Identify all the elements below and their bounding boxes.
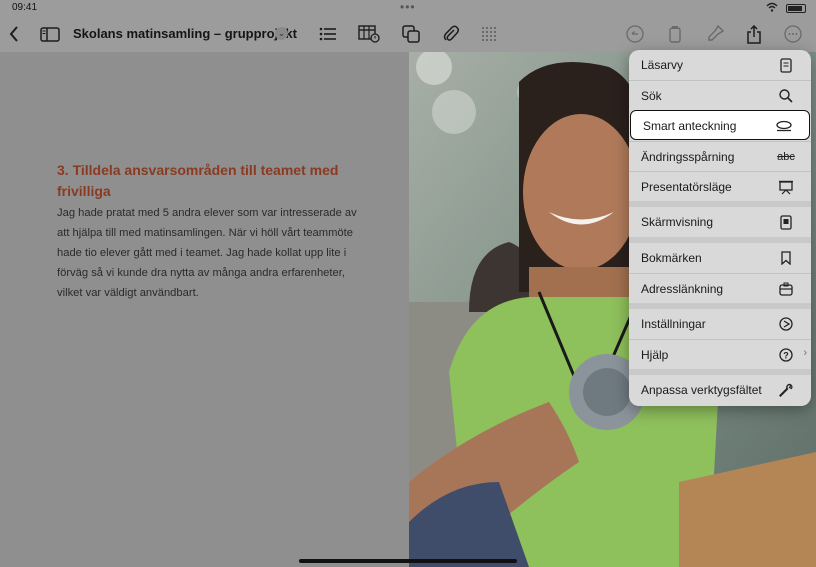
menu-item-settings[interactable]: Inställningar [629, 309, 811, 339]
wrench-icon [777, 381, 795, 399]
section-heading: 3. Tilldela ansvarsområden till teamet m… [57, 162, 339, 199]
menu-item-label: Bokmärken [641, 251, 702, 265]
more-options-icon[interactable] [782, 16, 804, 52]
reader-view-icon [777, 56, 795, 74]
chevron-down-icon[interactable]: ⌄ [275, 27, 288, 40]
status-bar: 09:41 ••• [0, 0, 816, 16]
settings-icon [777, 315, 795, 333]
battery-icon [786, 4, 806, 13]
menu-item-label: Ändringsspårning [641, 150, 735, 164]
home-indicator[interactable] [299, 559, 517, 563]
menu-item-bookmarks[interactable]: Bokmärken [629, 243, 811, 273]
share-icon[interactable] [744, 16, 764, 52]
menu-item-label: Skärmvisning [641, 215, 714, 229]
multitasking-dots-icon[interactable]: ••• [400, 0, 416, 14]
document-title[interactable]: Skolans matinsamling – grupprojekt [73, 26, 297, 41]
sidebar-toggle-icon[interactable] [38, 16, 62, 52]
menu-item-presenter-mode[interactable]: Presentatörsläge [629, 171, 811, 201]
menu-item-label: Smart anteckning [643, 119, 737, 133]
paperclip-icon[interactable] [441, 16, 461, 52]
format-brush-icon[interactable] [664, 16, 686, 52]
pin-tool-icon[interactable] [704, 16, 726, 52]
link-address-icon [777, 280, 795, 298]
menu-item-help[interactable]: Hjälp ? › [629, 339, 811, 369]
menu-item-track-changes[interactable]: Ändringsspårning abc [629, 141, 811, 171]
menu-item-address-linking[interactable]: Adresslänkning [629, 273, 811, 303]
menu-item-screen-view[interactable]: Skärmvisning [629, 207, 811, 237]
svg-text:?: ? [783, 351, 789, 361]
document-page[interactable] [0, 52, 409, 567]
bookmark-icon [777, 249, 795, 267]
wifi-icon [766, 2, 778, 15]
undo-icon[interactable] [624, 16, 646, 52]
help-icon: ? [777, 346, 795, 364]
shapes-icon[interactable] [400, 16, 422, 52]
table-icon[interactable] [357, 16, 381, 52]
menu-item-label: Hjälp [641, 348, 669, 362]
menu-item-label: Presentatörsläge [641, 180, 732, 194]
menu-item-label: Sök [641, 89, 662, 103]
section-body: Jag hade pratat med 5 andra elever som v… [57, 207, 357, 299]
menu-item-label: Läsarvy [641, 58, 684, 72]
status-time: 09:41 [12, 2, 38, 13]
menu-item-label: Inställningar [641, 317, 706, 331]
menu-item-reader-view[interactable]: Läsarvy [629, 50, 811, 80]
strikethrough-abc-icon: abc [777, 151, 795, 163]
menu-item-label: Anpassa verktygsfältet [641, 383, 762, 397]
menu-item-customize-toolbar[interactable]: Anpassa verktygsfältet [629, 375, 811, 405]
presenter-icon [777, 178, 795, 196]
menu-item-smart-annotation[interactable]: Smart anteckning [630, 110, 810, 140]
menu-item-search[interactable]: Sök [629, 80, 811, 110]
more-options-menu: Läsarvy Sök Smart anteckning Ändringsspå… [629, 50, 811, 406]
chevron-right-icon: › [803, 347, 807, 359]
menu-item-label: Adresslänkning [641, 282, 724, 296]
search-icon [777, 87, 795, 105]
list-icon[interactable] [317, 16, 339, 52]
smart-annotation-icon [775, 117, 793, 135]
screen-view-icon [777, 213, 795, 231]
grid-dots-icon[interactable] [479, 16, 499, 52]
back-icon[interactable] [4, 16, 24, 52]
